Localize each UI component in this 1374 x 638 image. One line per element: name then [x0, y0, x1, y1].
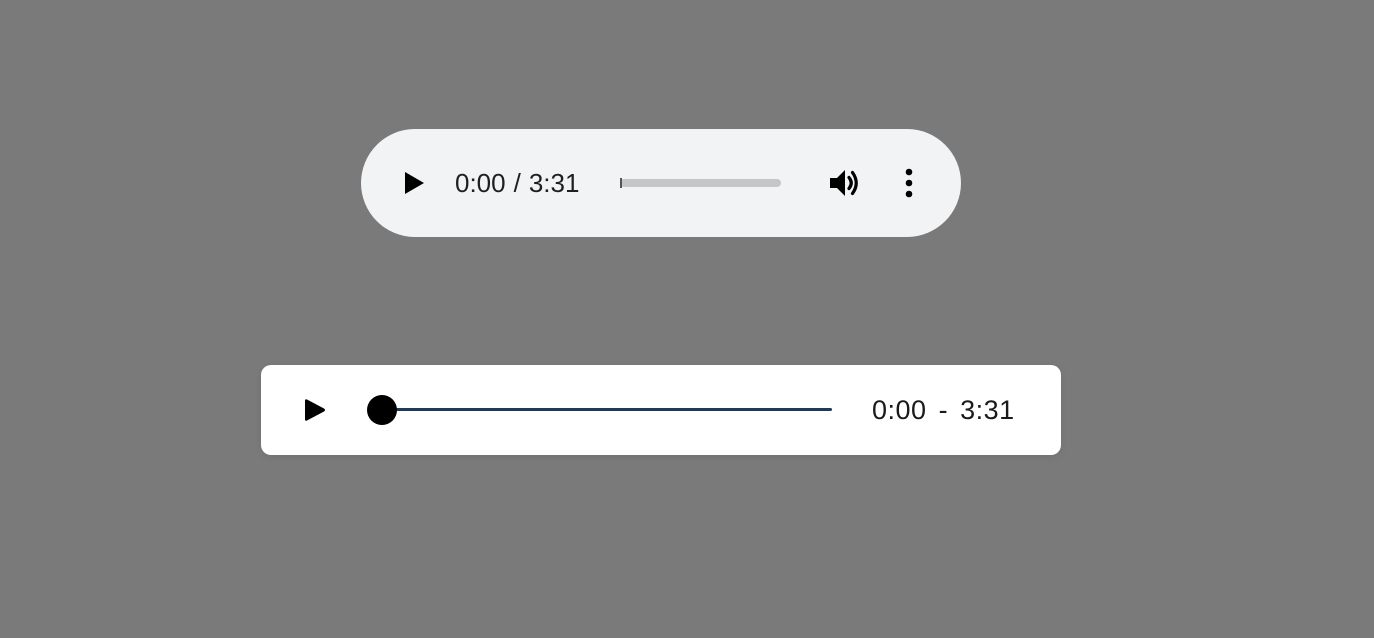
progress-bar[interactable] — [620, 178, 781, 188]
duration: 3:31 — [528, 168, 580, 198]
page: 0:00/3:31 0:00 - 3:31 — [0, 0, 1374, 638]
progress-indicator — [620, 178, 622, 188]
duration: 3:31 — [960, 395, 1015, 425]
time-readout: 0:00-3:31 — [872, 394, 1015, 426]
current-time: 0:00 — [455, 168, 506, 198]
play-icon — [405, 172, 424, 194]
current-time: 0:00 — [872, 395, 927, 425]
time-separator: / — [513, 168, 521, 198]
more-options-button[interactable] — [891, 163, 927, 203]
time-readout: 0:00/3:31 — [455, 167, 579, 199]
seek-bar[interactable] — [382, 408, 832, 411]
native-audio-player: 0:00/3:31 — [361, 129, 961, 237]
time-separator: - — [938, 395, 949, 425]
play-button[interactable] — [394, 163, 434, 203]
play-icon — [305, 399, 325, 421]
play-button[interactable] — [297, 391, 333, 429]
seek-handle[interactable] — [367, 395, 397, 425]
volume-button[interactable] — [825, 163, 865, 203]
more-vertical-icon — [905, 168, 913, 198]
volume-icon — [830, 170, 858, 196]
custom-audio-player: 0:00-3:31 — [261, 365, 1061, 455]
